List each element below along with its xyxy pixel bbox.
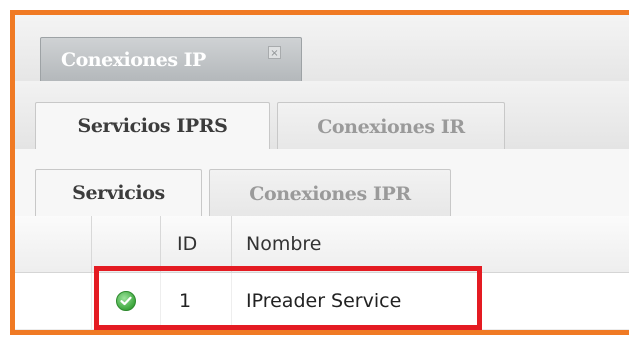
window-frame: Conexiones IP × Servicios IPRS Conexione…: [10, 10, 629, 335]
close-icon[interactable]: ×: [268, 46, 281, 59]
services-grid: ID Nombre 1 IPreader Service: [15, 216, 629, 330]
tab-conexiones-ip-label: Conexiones IP: [61, 48, 206, 71]
header-id-label: ID: [177, 233, 198, 255]
tab-conexiones-ipr[interactable]: Conexiones IPR: [209, 169, 451, 217]
tab-conexiones-ir[interactable]: Conexiones IR: [277, 102, 505, 150]
header-cell-nombre[interactable]: Nombre: [232, 216, 629, 272]
tab-servicios[interactable]: Servicios: [35, 169, 202, 217]
window-tab-strip: Conexiones IP ×: [15, 15, 629, 82]
row-nombre-cell: IPreader Service: [232, 273, 629, 329]
tab-servicios-iprs[interactable]: Servicios IPRS: [35, 102, 270, 150]
row-status-cell: [92, 273, 161, 329]
tab-conexiones-ip[interactable]: Conexiones IP ×: [40, 37, 302, 81]
row-nombre: IPreader Service: [246, 290, 402, 312]
grid-header: ID Nombre: [15, 216, 629, 273]
header-nombre-label: Nombre: [246, 233, 322, 255]
header-cell-status[interactable]: [92, 216, 161, 272]
tab-servicios-iprs-label: Servicios IPRS: [77, 115, 228, 137]
tab-servicios-label: Servicios: [72, 182, 165, 204]
row-id-cell: 1: [161, 273, 232, 329]
check-circle-icon: [116, 291, 136, 311]
level2-tab-strip: Servicios IPRS Conexiones IR: [15, 81, 629, 150]
table-row[interactable]: 1 IPreader Service: [15, 273, 629, 330]
tab-conexiones-ir-label: Conexiones IR: [317, 115, 465, 138]
header-cell-expander[interactable]: [15, 216, 92, 272]
row-expander-cell: [15, 273, 92, 329]
header-cell-id[interactable]: ID: [161, 216, 232, 272]
tab-conexiones-ipr-label: Conexiones IPR: [249, 182, 411, 205]
level3-tab-strip: Servicios Conexiones IPR: [15, 149, 629, 217]
row-id: 1: [179, 290, 192, 312]
